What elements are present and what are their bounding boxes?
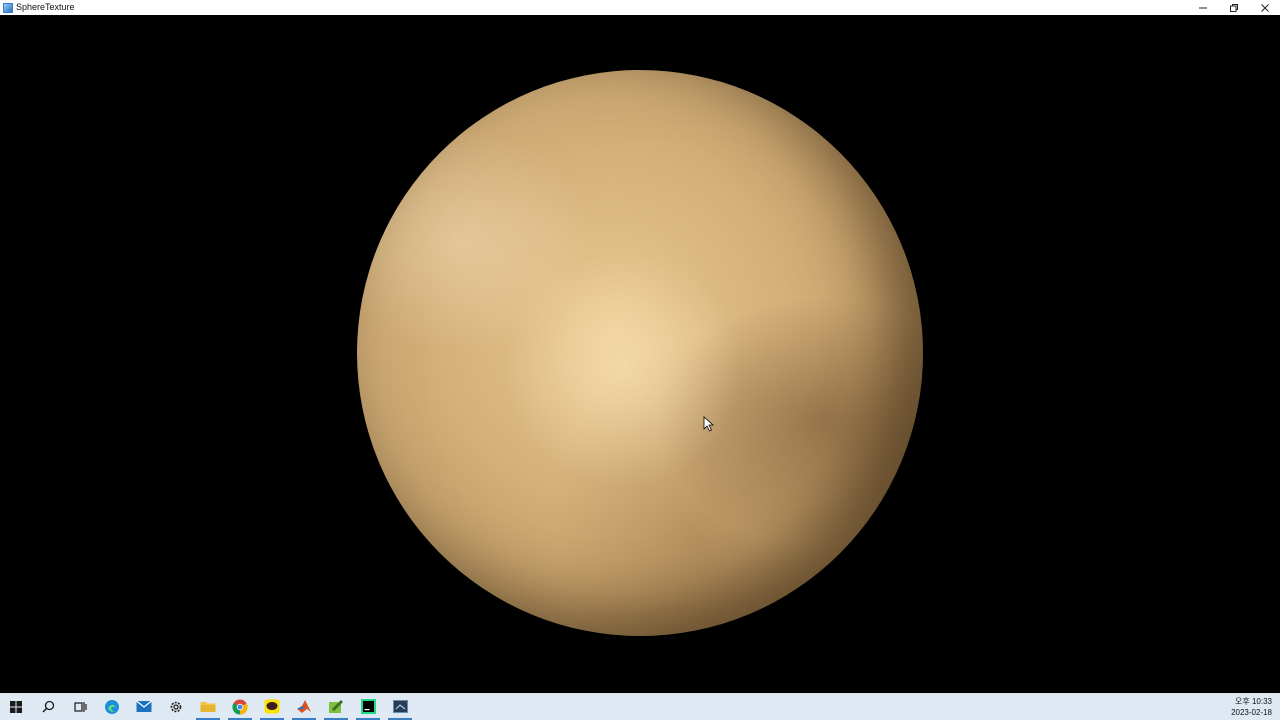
taskbar-pycharm[interactable] [352,693,384,720]
taskbar-settings[interactable] [160,693,192,720]
taskbar-spheretexture[interactable] [384,693,416,720]
pycharm-icon [360,699,376,714]
taskbar-edge[interactable] [96,693,128,720]
clock-time: 오후 10:33 [1235,696,1272,706]
system-clock[interactable]: 오후 10:33 2023-02-18 [1231,693,1272,720]
taskbar-file-explorer[interactable] [192,693,224,720]
taskbar-matlab[interactable] [288,693,320,720]
close-icon [1260,3,1269,12]
matlab-icon [297,700,311,713]
chrome-icon [232,699,248,715]
title-bar: SphereTexture [0,0,1280,15]
start-button[interactable] [0,693,32,720]
task-view-icon [73,701,87,712]
textured-sphere[interactable] [357,70,923,636]
taskbar-mail[interactable] [128,693,160,720]
mail-icon [136,700,152,712]
clock-date: 2023-02-18 [1231,707,1272,717]
file-explorer-icon [200,702,216,712]
spheretexture-app-icon [392,700,408,713]
taskbar-chrome[interactable] [224,693,256,720]
window-controls [1187,0,1280,15]
taskbar: 오후 10:33 2023-02-18 [0,693,1280,720]
taskbar-app[interactable] [320,693,352,720]
search-button[interactable] [32,693,64,720]
close-button[interactable] [1249,0,1280,15]
settings-icon [170,701,182,712]
minimize-button[interactable] [1187,0,1218,15]
restore-icon [1229,3,1238,12]
app-icon [329,700,343,713]
edge-icon [105,699,119,714]
minimize-icon [1198,7,1207,8]
task-view-button[interactable] [64,693,96,720]
taskbar-kakaotalk[interactable] [256,693,288,720]
render-viewport[interactable] [0,15,1280,693]
kakaotalk-icon [264,699,280,714]
window-title: SphereTexture [16,2,75,12]
search-icon [41,700,54,713]
mouse-cursor-icon [703,416,715,432]
window-app-icon [3,2,13,13]
windows-start-icon [10,700,22,713]
restore-button[interactable] [1218,0,1249,15]
